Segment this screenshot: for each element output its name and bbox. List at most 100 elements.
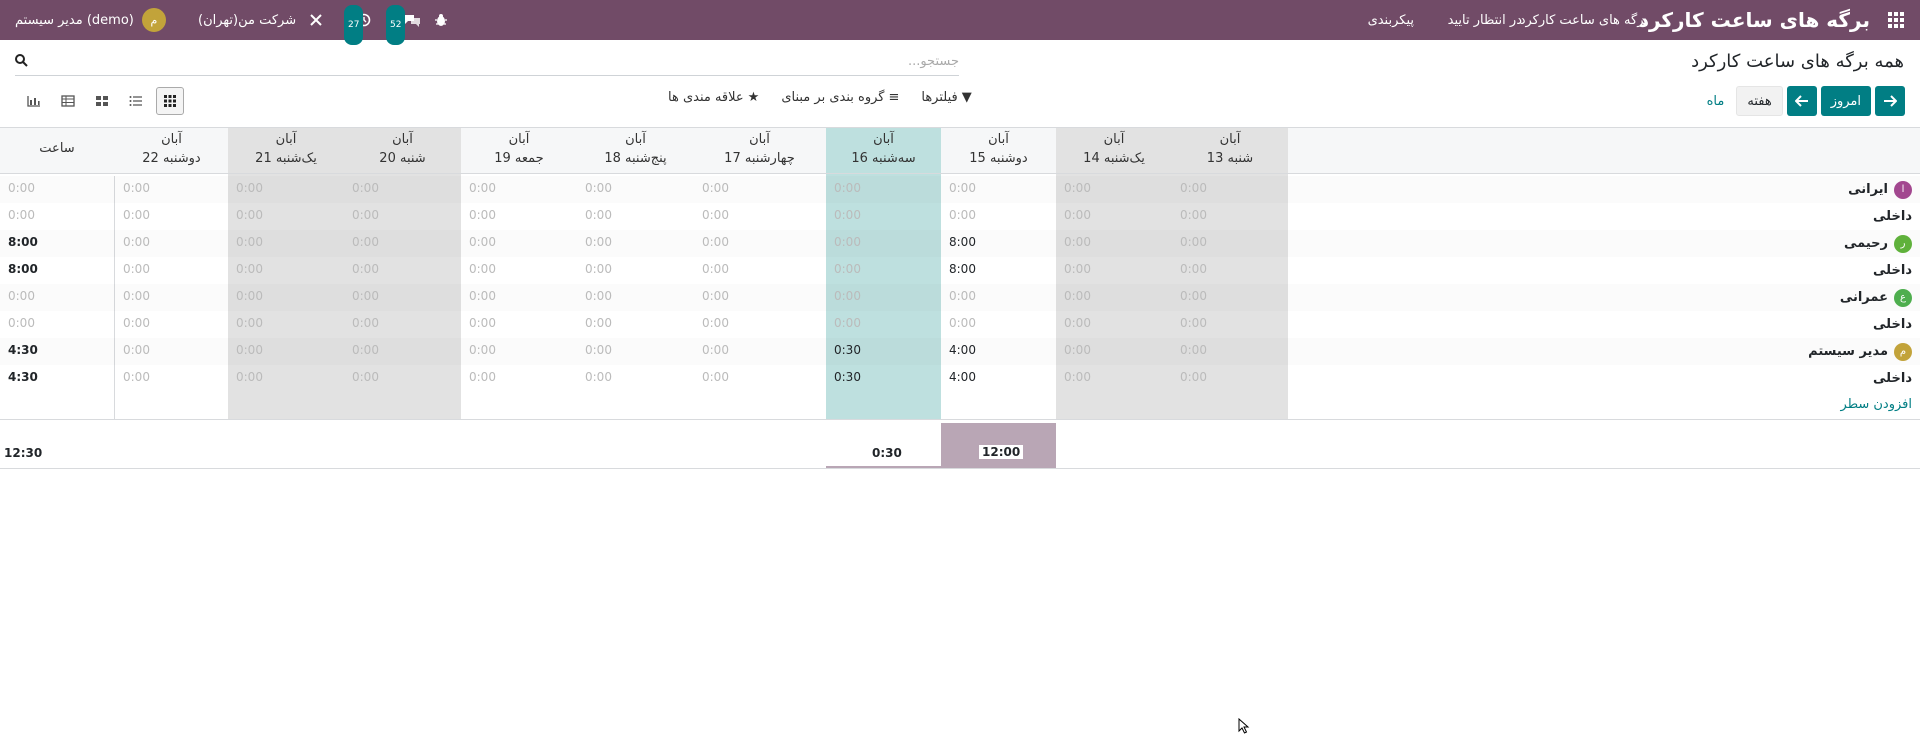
time-cell: 0:00 [123, 289, 150, 303]
time-cell[interactable]: 0:00 [694, 257, 825, 284]
daily-total-tue16: 0:30 [872, 446, 902, 460]
time-cell[interactable]: 0:00 [1056, 257, 1172, 284]
messages-badge: 52 [386, 5, 406, 45]
total-header-label: ساعت [39, 141, 75, 156]
kanban-view-button[interactable] [88, 87, 116, 115]
time-cell[interactable]: 0:00 [577, 257, 694, 284]
time-cell[interactable]: 8:00 [941, 257, 1056, 284]
row-label[interactable]: م مدیر سیستم [1808, 338, 1912, 365]
time-cell: 0:00 [834, 235, 861, 249]
bug-icon[interactable] [434, 0, 450, 40]
employee-avatar: م [1894, 342, 1912, 361]
time-cell[interactable]: 0:00 [941, 311, 1056, 338]
pivot-view-button[interactable] [54, 87, 82, 115]
time-cell[interactable]: 0:00 [461, 203, 577, 230]
menu-item-to-validate[interactable]: در انتظار تایید [1448, 0, 1522, 40]
time-cell[interactable]: 0:00 [826, 203, 941, 230]
time-cell[interactable]: 0:00 [1172, 257, 1288, 284]
list-view-button[interactable] [122, 87, 150, 115]
time-cell[interactable]: 0:00 [228, 311, 344, 338]
chat-icon[interactable] [403, 0, 425, 40]
row-label[interactable]: داخلی [1873, 365, 1912, 392]
time-cell[interactable]: 0:00 [228, 365, 344, 392]
time-cell: 0:00 [702, 235, 729, 249]
day-header-day: یک‌شنبه 14 [1083, 151, 1145, 166]
company-switcher[interactable]: شرکت من(تهران) [198, 0, 296, 40]
time-cell[interactable]: 0:00 [1172, 203, 1288, 230]
week-range-button[interactable]: هفته [1736, 86, 1783, 116]
row-total: 0:00 [8, 289, 35, 303]
time-cell[interactable]: 0:00 [115, 311, 228, 338]
next-arrow-button[interactable] [1875, 86, 1905, 116]
day-header: آبان یک‌شنبه 14 [1056, 127, 1172, 174]
tools-icon[interactable] [309, 0, 325, 40]
month-range-button[interactable]: ماه [1699, 86, 1733, 116]
menu-item-timesheets[interactable]: برگه های ساعت کارکرد [1520, 0, 1648, 40]
time-cell[interactable]: 0:00 [694, 311, 825, 338]
time-cell: 0:00 [1064, 235, 1091, 249]
time-cell[interactable]: 0:00 [1172, 311, 1288, 338]
favorites-toggle[interactable]: ★ علاقه مندی ها [668, 90, 759, 105]
time-cell[interactable]: 0:00 [344, 365, 461, 392]
time-cell[interactable]: 0:00 [461, 257, 577, 284]
time-cell[interactable]: 0:00 [115, 203, 228, 230]
day-header-month: آبان [873, 132, 894, 147]
row-label[interactable]: داخلی [1873, 203, 1912, 230]
time-cell[interactable]: 0:00 [461, 365, 577, 392]
time-cell[interactable]: 0:00 [1056, 203, 1172, 230]
time-cell[interactable]: 0:00 [1056, 311, 1172, 338]
menu-item-configuration[interactable]: پیکربندی [1368, 0, 1414, 40]
time-cell[interactable]: 0:00 [228, 203, 344, 230]
row-total: 0:00 [8, 181, 35, 195]
time-cell[interactable]: 0:00 [115, 365, 228, 392]
app-title[interactable]: برگه های ساعت کارکرد [1639, 0, 1870, 40]
day-header-month: آبان [749, 132, 770, 147]
time-cell[interactable]: 0:30 [826, 365, 941, 392]
time-cell[interactable]: 0:00 [577, 365, 694, 392]
time-cell[interactable]: 0:00 [1172, 365, 1288, 392]
time-cell[interactable]: 4:00 [941, 365, 1056, 392]
time-cell[interactable]: 0:00 [694, 365, 825, 392]
time-cell: 0:00 [469, 181, 496, 195]
graph-view-button[interactable] [20, 87, 48, 115]
time-cell[interactable]: 0:00 [344, 257, 461, 284]
search-icon[interactable] [15, 52, 31, 68]
row-label[interactable]: ع عمرانی [1840, 284, 1912, 311]
today-button[interactable]: امروز [1820, 86, 1871, 116]
time-cell[interactable]: 0:00 [115, 257, 228, 284]
time-cell[interactable]: 0:00 [344, 203, 461, 230]
time-cell[interactable]: 0:00 [228, 257, 344, 284]
day-header-day: شنبه 13 [1206, 151, 1254, 166]
time-cell[interactable]: 0:00 [461, 311, 577, 338]
row-label[interactable]: ا ایرانی [1848, 176, 1912, 203]
grid-view-button[interactable] [156, 87, 184, 115]
previous-arrow-button[interactable] [1786, 86, 1817, 116]
user-menu[interactable]: مدیر سیستم (demo) م [15, 0, 166, 40]
group-by-toggle[interactable]: ≡ گروه بندی بر مبنای [781, 90, 899, 105]
apps-icon[interactable] [1888, 0, 1910, 40]
user-name: مدیر سیستم (demo) [15, 12, 134, 28]
add-line-link[interactable]: افزودن سطر [1841, 397, 1912, 412]
time-cell[interactable]: 0:00 [577, 203, 694, 230]
filters-toggle[interactable]: ▼ فیلترها [921, 90, 971, 105]
search-input[interactable] [59, 50, 959, 72]
time-cell[interactable]: 0:00 [694, 203, 825, 230]
time-cell: 0:00 [949, 289, 976, 303]
day-header-month: آبان [1103, 132, 1125, 147]
activities-badge: 27 [344, 5, 364, 45]
time-cell: 0:00 [123, 181, 150, 195]
time-cell: 0:00 [834, 181, 861, 195]
time-cell[interactable]: 0:00 [826, 311, 941, 338]
time-cell[interactable]: 0:00 [577, 311, 694, 338]
time-cell[interactable]: 0:00 [344, 311, 461, 338]
row-label[interactable]: ر رحیمی [1844, 230, 1912, 257]
time-cell[interactable]: 0:00 [826, 257, 941, 284]
time-cell: 0:00 [236, 235, 263, 249]
row-label[interactable]: داخلی [1873, 311, 1912, 338]
row-label[interactable]: داخلی [1873, 257, 1912, 284]
time-cell[interactable]: 0:00 [1056, 365, 1172, 392]
day-header-month: آبان [508, 132, 530, 147]
time-cell[interactable]: 0:00 [941, 203, 1056, 230]
arrow-right-icon [1884, 95, 1897, 107]
totals-top-border [0, 419, 1920, 420]
